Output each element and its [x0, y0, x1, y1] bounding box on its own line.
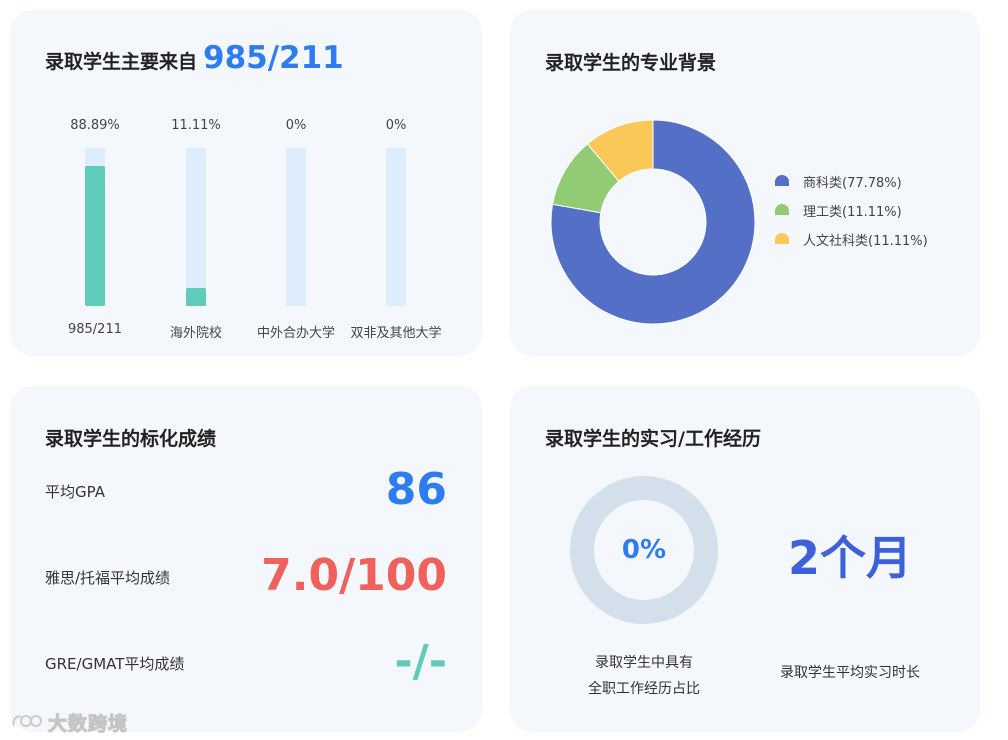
score-label: GRE/GMAT平均成绩	[45, 655, 185, 673]
bar-percent-label: 11.11%	[171, 118, 221, 133]
bar-percent-label: 88.89%	[70, 118, 120, 133]
major-donut-chart	[550, 119, 756, 325]
internship-duration-value: 2个月	[787, 531, 912, 585]
source-title-prefix: 录取学生主要来自	[45, 51, 198, 73]
legend-swatch-icon	[775, 175, 789, 186]
bar-fill	[186, 288, 206, 306]
legend-label: 理工类(11.11%)	[803, 205, 902, 220]
bar-track	[85, 148, 105, 306]
ring-value: 0%	[621, 535, 667, 565]
source-card: 录取学生主要来自 985/211 88.89% 985/211 11.11% 海外院校 0…	[10, 10, 482, 356]
major-card: 录取学生的专业背景 商科类(77.78%) 理工类(11.11%) 人文社科类(11…	[510, 10, 980, 356]
bar-percent-label: 0%	[285, 118, 307, 133]
bar-column: 11.11% 海外院校	[146, 118, 246, 353]
bar-fill	[85, 165, 105, 306]
bar-track	[286, 148, 306, 306]
bar-column: 0% 双非及其他大学	[346, 118, 446, 353]
source-card-title: 录取学生主要来自 985/211	[45, 40, 344, 76]
experience-card-title: 录取学生的实习/工作经历	[545, 428, 761, 450]
fulltime-ring: 0%	[570, 476, 718, 624]
scores-card-title: 录取学生的标化成绩	[45, 428, 217, 450]
legend-swatch-icon	[775, 204, 789, 215]
legend-label: 商科类(77.78%)	[803, 176, 902, 191]
major-card-title: 录取学生的专业背景	[545, 52, 717, 74]
bar-track	[186, 148, 206, 306]
legend-label: 人文社科类(11.11%)	[803, 234, 928, 249]
scores-card: 录取学生的标化成绩 平均GPA 86 雅思/托福平均成绩 7.0/100 GRE/GMA…	[10, 386, 482, 732]
watermark-logo-icon	[12, 715, 42, 727]
ring-caption-line1: 录取学生中具有	[595, 655, 693, 671]
bar-track	[386, 148, 406, 306]
ring-caption-line2: 全职工作经历占比	[588, 681, 700, 697]
legend-swatch-icon	[775, 233, 789, 244]
ring-caption: 录取学生中具有 全职工作经历占比	[544, 650, 744, 702]
experience-card: 录取学生的实习/工作经历 0% 录取学生中具有 全职工作经历占比 2个月 录取学…	[510, 386, 980, 732]
score-label: 雅思/托福平均成绩	[45, 569, 171, 587]
score-label: 平均GPA	[45, 483, 105, 501]
internship-duration-caption: 录取学生平均实习时长	[780, 665, 920, 681]
score-row: 平均GPA 86	[45, 464, 447, 524]
source-title-highlight: 985/211	[203, 40, 344, 76]
bar-column: 0% 中外合办大学	[246, 118, 346, 353]
bar-percent-label: 0%	[385, 118, 407, 133]
score-value: 86	[385, 464, 447, 515]
score-value: 7.0/100	[261, 550, 447, 601]
bar-category-label: 双非及其他大学	[350, 326, 442, 341]
watermark: 大数跨境	[10, 708, 128, 736]
watermark-text: 大数跨境	[47, 712, 129, 735]
score-row: 雅思/托福平均成绩 7.0/100	[45, 550, 447, 610]
score-value: -/-	[394, 636, 447, 687]
score-row: GRE/GMAT平均成绩 -/-	[45, 636, 447, 696]
bar-column: 88.89% 985/211	[45, 118, 145, 353]
